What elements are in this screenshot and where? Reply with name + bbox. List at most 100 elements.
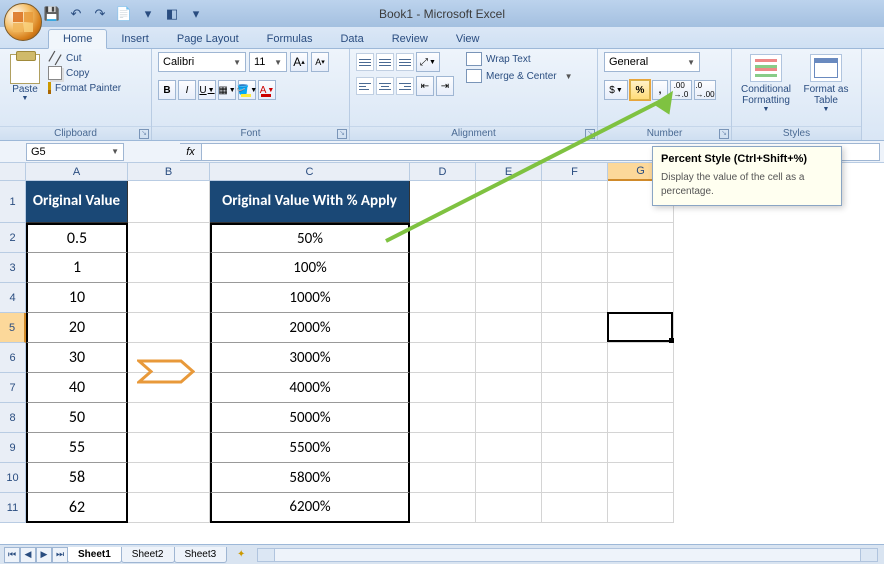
cell-A2[interactable]: 0.5 xyxy=(26,223,128,253)
cell-B8[interactable] xyxy=(128,403,210,433)
cell-A9[interactable]: 55 xyxy=(26,433,128,463)
paste-button[interactable]: Paste ▼ xyxy=(6,52,44,102)
cell-C10[interactable]: 5800% xyxy=(210,463,410,493)
fx-icon[interactable]: fx xyxy=(180,143,202,161)
align-top-button[interactable] xyxy=(356,53,374,71)
format-painter-button[interactable]: Format Painter xyxy=(48,82,121,94)
increase-indent-button[interactable]: ⇥ xyxy=(436,76,454,96)
tab-page-layout[interactable]: Page Layout xyxy=(163,30,253,48)
tab-data[interactable]: Data xyxy=(326,30,377,48)
cell-G8[interactable] xyxy=(608,403,674,433)
column-header-B[interactable]: B xyxy=(128,163,210,181)
name-box[interactable]: G5▼ xyxy=(26,143,124,161)
cell-E5[interactable] xyxy=(476,313,542,343)
cell-B11[interactable] xyxy=(128,493,210,523)
bold-button[interactable]: B xyxy=(158,80,176,100)
cell-E9[interactable] xyxy=(476,433,542,463)
horizontal-scrollbar[interactable] xyxy=(257,548,878,562)
italic-button[interactable]: I xyxy=(178,80,196,100)
row-header-11[interactable]: 11 xyxy=(0,493,26,523)
cell-F2[interactable] xyxy=(542,223,608,253)
decrease-decimal-button[interactable]: .0→.00 xyxy=(694,80,716,100)
cell-A1[interactable]: Original Value xyxy=(26,181,128,223)
column-header-D[interactable]: D xyxy=(410,163,476,181)
cell-B10[interactable] xyxy=(128,463,210,493)
align-middle-button[interactable] xyxy=(376,53,394,71)
save-icon[interactable]: 💾 xyxy=(42,4,62,24)
cell-C11[interactable]: 6200% xyxy=(210,493,410,523)
font-color-button[interactable]: A▼ xyxy=(258,80,276,100)
cell-G3[interactable] xyxy=(608,253,674,283)
cell-C1[interactable]: Original Value With % Apply xyxy=(210,181,410,223)
cell-A11[interactable]: 62 xyxy=(26,493,128,523)
cell-G4[interactable] xyxy=(608,283,674,313)
qat-btn-5[interactable]: ▾ xyxy=(138,4,158,24)
sheet-tab-3[interactable]: Sheet3 xyxy=(174,547,228,563)
align-center-button[interactable] xyxy=(376,77,394,95)
sheet-nav-last-icon[interactable]: ⏭ xyxy=(52,547,68,563)
wrap-text-button[interactable]: Wrap Text xyxy=(466,52,573,66)
qat-dropdown-icon[interactable]: ▾ xyxy=(186,4,206,24)
grow-font-button[interactable]: A▴ xyxy=(290,52,308,72)
cell-C4[interactable]: 1000% xyxy=(210,283,410,313)
cell-D7[interactable] xyxy=(410,373,476,403)
format-as-table-button[interactable]: Format as Table▼ xyxy=(798,52,854,113)
align-right-button[interactable] xyxy=(396,77,414,95)
grid[interactable]: Original Value Original Value With % Appl… xyxy=(26,181,674,523)
sheet-tab-2[interactable]: Sheet2 xyxy=(121,547,175,563)
row-header-9[interactable]: 9 xyxy=(0,433,26,463)
cell-E6[interactable] xyxy=(476,343,542,373)
cell-E11[interactable] xyxy=(476,493,542,523)
row-header-6[interactable]: 6 xyxy=(0,343,26,373)
percent-style-button[interactable]: % xyxy=(630,80,650,100)
row-header-5[interactable]: 5 xyxy=(0,313,26,343)
undo-icon[interactable]: ↶ xyxy=(66,4,86,24)
shrink-font-button[interactable]: A▾ xyxy=(311,52,329,72)
cell-E4[interactable] xyxy=(476,283,542,313)
tab-formulas[interactable]: Formulas xyxy=(253,30,327,48)
cell-D4[interactable] xyxy=(410,283,476,313)
cell-A5[interactable]: 20 xyxy=(26,313,128,343)
column-header-C[interactable]: C xyxy=(210,163,410,181)
cell-D3[interactable] xyxy=(410,253,476,283)
cell-G11[interactable] xyxy=(608,493,674,523)
cell-D5[interactable] xyxy=(410,313,476,343)
fill-color-button[interactable]: 🪣▼ xyxy=(238,80,256,100)
cell-C9[interactable]: 5500% xyxy=(210,433,410,463)
cell-F9[interactable] xyxy=(542,433,608,463)
cell-A7[interactable]: 40 xyxy=(26,373,128,403)
clipboard-launcher-icon[interactable]: ↘ xyxy=(139,129,149,139)
row-header-3[interactable]: 3 xyxy=(0,253,26,283)
copy-button[interactable]: Copy xyxy=(48,66,121,80)
tab-review[interactable]: Review xyxy=(378,30,442,48)
cell-A10[interactable]: 58 xyxy=(26,463,128,493)
font-size-select[interactable]: 11▼ xyxy=(249,52,287,72)
qat-btn-6[interactable]: ◧ xyxy=(162,4,182,24)
number-format-select[interactable]: General▼ xyxy=(604,52,700,72)
font-launcher-icon[interactable]: ↘ xyxy=(337,129,347,139)
cell-G7[interactable] xyxy=(608,373,674,403)
cell-E3[interactable] xyxy=(476,253,542,283)
cell-A4[interactable]: 10 xyxy=(26,283,128,313)
cell-E10[interactable] xyxy=(476,463,542,493)
qat-btn-4[interactable]: 📄 xyxy=(114,4,134,24)
font-name-select[interactable]: Calibri▼ xyxy=(158,52,246,72)
row-header-8[interactable]: 8 xyxy=(0,403,26,433)
currency-button[interactable]: $▼ xyxy=(604,80,628,100)
row-header-2[interactable]: 2 xyxy=(0,223,26,253)
align-left-button[interactable] xyxy=(356,77,374,95)
cell-A8[interactable]: 50 xyxy=(26,403,128,433)
underline-button[interactable]: U▼ xyxy=(198,80,216,100)
sheet-nav-next-icon[interactable]: ▶ xyxy=(36,547,52,563)
cell-B5[interactable] xyxy=(128,313,210,343)
cell-D11[interactable] xyxy=(410,493,476,523)
row-header-1[interactable]: 1 xyxy=(0,181,26,223)
sheet-nav-prev-icon[interactable]: ◀ xyxy=(20,547,36,563)
cell-F8[interactable] xyxy=(542,403,608,433)
cell-B1[interactable] xyxy=(128,181,210,223)
cell-D8[interactable] xyxy=(410,403,476,433)
row-header-7[interactable]: 7 xyxy=(0,373,26,403)
tab-home[interactable]: Home xyxy=(48,29,107,49)
row-header-4[interactable]: 4 xyxy=(0,283,26,313)
cell-G5[interactable] xyxy=(608,313,674,343)
